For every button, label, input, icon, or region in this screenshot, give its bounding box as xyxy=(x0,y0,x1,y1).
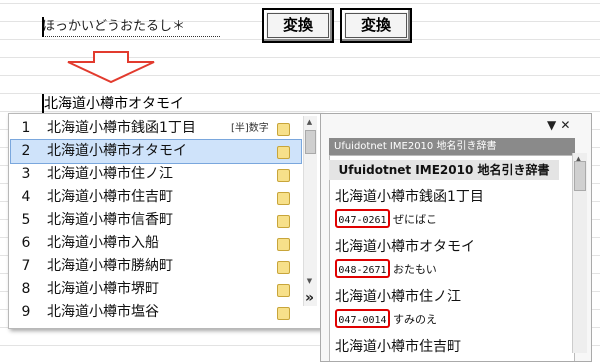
dictionary-title: Ufuidotnet IME2010 地名引き辞書 xyxy=(329,138,575,155)
note-icon xyxy=(277,215,290,228)
candidate-number: 2 xyxy=(21,143,31,159)
dictionary-scroll-thumb[interactable] xyxy=(574,161,586,191)
note-icon xyxy=(277,192,290,205)
scroll-up-icon[interactable]: ▲ xyxy=(303,117,316,127)
dictionary-entry-name: 北海道小樽市銭函1丁目 xyxy=(335,189,484,205)
entry-reading: ぜにばこ xyxy=(393,213,437,226)
panel-menu-close-icons[interactable]: ▼ ✕ xyxy=(547,118,570,132)
candidate-number: 3 xyxy=(21,166,31,182)
dictionary-section-heading: Ufuidotnet IME2010 地名引き辞書 xyxy=(329,160,559,180)
candidate-item[interactable]: 3 北海道小樽市住ノ江 xyxy=(11,163,301,186)
note-icon xyxy=(277,238,290,251)
candidate-number: 6 xyxy=(21,235,31,251)
candidate-text: 北海道小樽市塩谷 xyxy=(47,304,159,320)
candidate-text: 北海道小樽市銭函1丁目 xyxy=(47,120,196,136)
candidate-text: 北海道小樽市堺町 xyxy=(47,281,159,297)
reading-input[interactable]: ほっかいどうおたるし＊ xyxy=(42,17,220,37)
entry-reading: おたもい xyxy=(393,263,437,276)
double-chevron-right-icon[interactable]: » xyxy=(305,290,314,306)
note-icon xyxy=(277,307,290,320)
candidate-scroll-thumb[interactable] xyxy=(305,130,316,154)
dictionary-entry-name: 北海道小樽市オタモイ xyxy=(335,239,475,255)
candidate-item[interactable]: 6 北海道小樽市入船 xyxy=(11,232,301,255)
convert-button-2[interactable]: 変換 xyxy=(340,8,412,43)
button-focus-frame xyxy=(267,13,329,38)
candidate-number: 4 xyxy=(21,189,31,205)
note-icon xyxy=(277,261,290,274)
note-icon xyxy=(277,123,290,136)
candidate-text: 北海道小樽市勝納町 xyxy=(47,258,173,274)
candidate-item[interactable]: 4 北海道小樽市住吉町 xyxy=(11,186,301,209)
candidate-item[interactable]: 5 北海道小樽市信香町 xyxy=(11,209,301,232)
postal-code: 047-0261 xyxy=(335,209,390,228)
candidate-text: 北海道小樽市住吉町 xyxy=(47,189,173,205)
down-arrow-icon xyxy=(67,51,155,84)
candidate-number: 1 xyxy=(21,120,31,136)
candidate-number: 9 xyxy=(21,304,31,320)
candidate-item[interactable]: 8 北海道小樽市堺町 xyxy=(11,278,301,301)
candidate-item[interactable]: 2 北海道小樽市オタモイ xyxy=(10,139,302,164)
candidate-text: 北海道小樽市住ノ江 xyxy=(47,166,173,182)
candidate-item[interactable]: 7 北海道小樽市勝納町 xyxy=(11,255,301,278)
entry-reading: すみのえ xyxy=(393,313,437,326)
postal-code: 047-0014 xyxy=(335,309,390,328)
candidate-text: 北海道小樽市オタモイ xyxy=(47,143,187,159)
text-caret xyxy=(42,17,44,37)
candidate-item[interactable]: 9 北海道小樽市塩谷 xyxy=(11,301,301,324)
note-icon xyxy=(277,169,290,182)
dictionary-entry-name: 北海道小樽市住ノ江 xyxy=(335,289,461,305)
candidate-number: 5 xyxy=(21,212,31,228)
candidate-text: 北海道小樽市信香町 xyxy=(47,212,173,228)
postal-code: 048-2671 xyxy=(335,259,390,278)
note-icon xyxy=(277,284,290,297)
candidate-text: 北海道小樽市入船 xyxy=(47,235,159,251)
candidate-number: 8 xyxy=(21,281,31,297)
candidate-hint: [半]数字 xyxy=(231,123,269,134)
button-focus-frame xyxy=(345,13,407,38)
candidate-number: 7 xyxy=(21,258,31,274)
candidate-item[interactable]: 1 北海道小樽市銭函1丁目 [半]数字 xyxy=(11,117,301,140)
note-icon xyxy=(277,146,290,159)
dictionary-entry-name: 北海道小樽市住吉町 xyxy=(335,339,461,355)
convert-button-1[interactable]: 変換 xyxy=(262,8,334,43)
candidate-window: 1 北海道小樽市銭函1丁目 [半]数字 2 北海道小樽市オタモイ 3 北海道小樽市住ノ江 4 北… xyxy=(8,113,322,329)
dictionary-panel: ▼ ✕ Ufuidotnet IME2010 地名引き辞書 Ufuidotnet… xyxy=(320,113,592,362)
scroll-down-icon[interactable]: ▼ xyxy=(303,276,316,286)
